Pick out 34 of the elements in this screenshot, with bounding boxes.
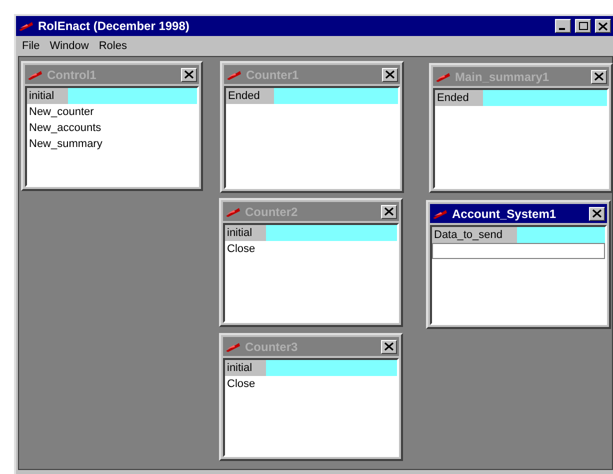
maximize-button[interactable] bbox=[575, 19, 591, 33]
close-button[interactable] bbox=[382, 68, 398, 82]
app-logo-icon bbox=[225, 340, 241, 352]
app-logo-icon bbox=[18, 20, 34, 32]
menu-item[interactable]: Roles bbox=[98, 40, 127, 52]
close-button[interactable] bbox=[595, 19, 611, 33]
minimize-button[interactable] bbox=[555, 19, 571, 33]
window-title: RolEnact (December 1998) bbox=[38, 19, 190, 33]
maximize-icon bbox=[578, 22, 588, 30]
app-logo-icon bbox=[432, 208, 448, 220]
list-item[interactable]: Ended bbox=[226, 88, 398, 104]
list-item[interactable]: New_summary bbox=[27, 136, 197, 152]
list-item[interactable]: Ended bbox=[435, 90, 607, 106]
input-field[interactable] bbox=[432, 243, 605, 259]
close-button[interactable] bbox=[589, 206, 605, 220]
menu-item[interactable]: Window bbox=[50, 40, 89, 52]
list-item[interactable]: Close bbox=[225, 241, 397, 257]
list-item[interactable]: Data_to_send bbox=[432, 227, 605, 243]
app-logo-icon bbox=[225, 206, 241, 218]
list-item[interactable]: New_accounts bbox=[27, 120, 197, 136]
child-window-title: Account_System1 bbox=[452, 206, 558, 220]
list-item[interactable]: New_counter bbox=[27, 104, 197, 120]
app-logo-icon bbox=[27, 68, 43, 80]
close-button[interactable] bbox=[381, 340, 397, 354]
menu-item[interactable]: File bbox=[22, 40, 40, 52]
list-item[interactable]: initial bbox=[225, 360, 397, 376]
app-logo-icon bbox=[435, 70, 451, 82]
list-item[interactable]: initial bbox=[225, 225, 397, 241]
list-item[interactable]: initial bbox=[27, 88, 197, 104]
close-button[interactable] bbox=[591, 70, 607, 84]
app-logo-icon bbox=[226, 68, 242, 80]
close-button[interactable] bbox=[181, 68, 197, 82]
close-button[interactable] bbox=[381, 204, 397, 218]
list-item[interactable]: Close bbox=[225, 376, 397, 392]
